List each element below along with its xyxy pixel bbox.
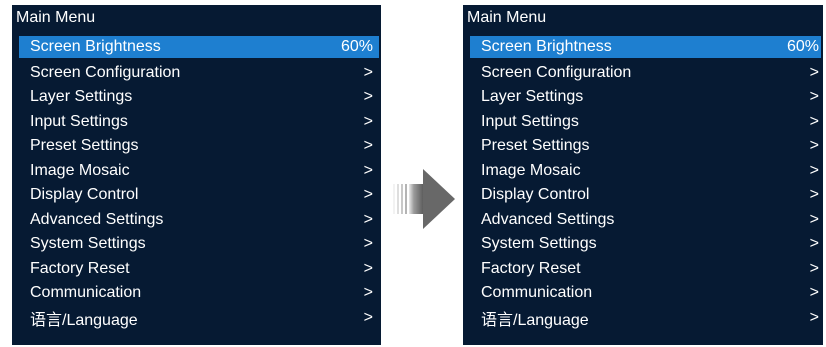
menu-title: Main Menu xyxy=(467,9,547,26)
chevron-right-icon: > xyxy=(363,259,373,277)
menu-item-input-settings[interactable]: Input Settings > xyxy=(19,110,379,135)
right-arrow-icon xyxy=(393,169,455,229)
menu-item-label: Image Mosaic xyxy=(481,161,581,179)
menu-item-label: Preset Settings xyxy=(30,137,139,155)
menu-list: Screen Brightness 60% Screen Configurati… xyxy=(19,36,379,330)
chevron-right-icon: > xyxy=(363,112,373,130)
menu-item-screen-brightness[interactable]: Screen Brightness 60% xyxy=(470,36,821,58)
chevron-right-icon: > xyxy=(363,308,373,326)
chevron-right-icon: > xyxy=(809,186,819,204)
menu-item-label: 语言/Language xyxy=(30,311,138,329)
menu-item-screen-configuration[interactable]: Screen Configuration > xyxy=(470,61,821,86)
menu-item-label: Screen Brightness xyxy=(481,38,612,55)
chevron-right-icon: > xyxy=(809,284,819,302)
menu-item-preset-settings[interactable]: Preset Settings > xyxy=(470,134,821,159)
menu-item-factory-reset[interactable]: Factory Reset > xyxy=(19,257,379,282)
menu-item-label: Screen Configuration xyxy=(30,63,181,81)
menu-item-label: Communication xyxy=(30,284,142,302)
menu-item-communication[interactable]: Communication > xyxy=(470,281,821,306)
menu-item-image-mosaic[interactable]: Image Mosaic > xyxy=(470,159,821,184)
chevron-right-icon: > xyxy=(809,308,819,326)
chevron-right-icon: > xyxy=(363,210,373,228)
menu-item-screen-brightness[interactable]: Screen Brightness 60% xyxy=(19,36,379,58)
menu-item-display-control[interactable]: Display Control > xyxy=(470,183,821,208)
menu-item-advanced-settings[interactable]: Advanced Settings > xyxy=(470,208,821,233)
chevron-right-icon: > xyxy=(363,284,373,302)
menu-item-label: Factory Reset xyxy=(481,259,581,277)
chevron-right-icon: > xyxy=(809,112,819,130)
menu-item-layer-settings[interactable]: Layer Settings > xyxy=(470,85,821,110)
right-menu-screen: Main Menu Screen Brightness 60% Screen C… xyxy=(463,5,823,345)
menu-item-label: Communication xyxy=(481,284,593,302)
menu-item-label: Image Mosaic xyxy=(30,161,130,179)
menu-item-label: Display Control xyxy=(30,186,139,204)
menu-item-screen-configuration[interactable]: Screen Configuration > xyxy=(19,61,379,86)
menu-item-language[interactable]: 语言/Language > xyxy=(19,306,379,331)
menu-list: Screen Brightness 60% Screen Configurati… xyxy=(470,36,821,330)
menu-item-value: 60% xyxy=(786,38,819,55)
menu-item-label: Preset Settings xyxy=(481,137,590,155)
chevron-right-icon: > xyxy=(363,88,373,106)
chevron-right-icon: > xyxy=(809,63,819,81)
chevron-right-icon: > xyxy=(363,161,373,179)
menu-item-label: System Settings xyxy=(481,235,597,253)
menu-item-display-control[interactable]: Display Control > xyxy=(19,183,379,208)
chevron-right-icon: > xyxy=(809,88,819,106)
chevron-right-icon: > xyxy=(809,210,819,228)
chevron-right-icon: > xyxy=(363,137,373,155)
menu-item-value: 60% xyxy=(340,38,373,55)
chevron-right-icon: > xyxy=(363,63,373,81)
menu-item-label: System Settings xyxy=(30,235,146,253)
menu-item-label: Layer Settings xyxy=(30,88,133,106)
menu-item-input-settings[interactable]: Input Settings > xyxy=(470,110,821,135)
menu-item-label: Advanced Settings xyxy=(30,210,164,228)
chevron-right-icon: > xyxy=(809,235,819,253)
chevron-right-icon: > xyxy=(363,235,373,253)
menu-item-label: Factory Reset xyxy=(30,259,130,277)
chevron-right-icon: > xyxy=(809,161,819,179)
menu-item-system-settings[interactable]: System Settings > xyxy=(19,232,379,257)
menu-item-label: Screen Brightness xyxy=(30,38,161,55)
menu-item-label: Display Control xyxy=(481,186,590,204)
menu-item-label: Input Settings xyxy=(481,112,579,130)
menu-item-label: Layer Settings xyxy=(481,88,584,106)
menu-item-preset-settings[interactable]: Preset Settings > xyxy=(19,134,379,159)
menu-item-image-mosaic[interactable]: Image Mosaic > xyxy=(19,159,379,184)
menu-item-communication[interactable]: Communication > xyxy=(19,281,379,306)
menu-item-factory-reset[interactable]: Factory Reset > xyxy=(470,257,821,282)
menu-title: Main Menu xyxy=(16,9,96,26)
chevron-right-icon: > xyxy=(809,137,819,155)
menu-item-language[interactable]: 语言/Language > xyxy=(470,306,821,331)
menu-item-layer-settings[interactable]: Layer Settings > xyxy=(19,85,379,110)
menu-item-label: 语言/Language xyxy=(481,311,589,329)
left-menu-screen: Main Menu Screen Brightness 60% Screen C… xyxy=(12,5,381,345)
chevron-right-icon: > xyxy=(809,259,819,277)
chevron-right-icon: > xyxy=(363,186,373,204)
menu-item-label: Screen Configuration xyxy=(481,63,632,81)
menu-item-system-settings[interactable]: System Settings > xyxy=(470,232,821,257)
menu-item-label: Advanced Settings xyxy=(481,210,615,228)
menu-item-label: Input Settings xyxy=(30,112,128,130)
menu-item-advanced-settings[interactable]: Advanced Settings > xyxy=(19,208,379,233)
